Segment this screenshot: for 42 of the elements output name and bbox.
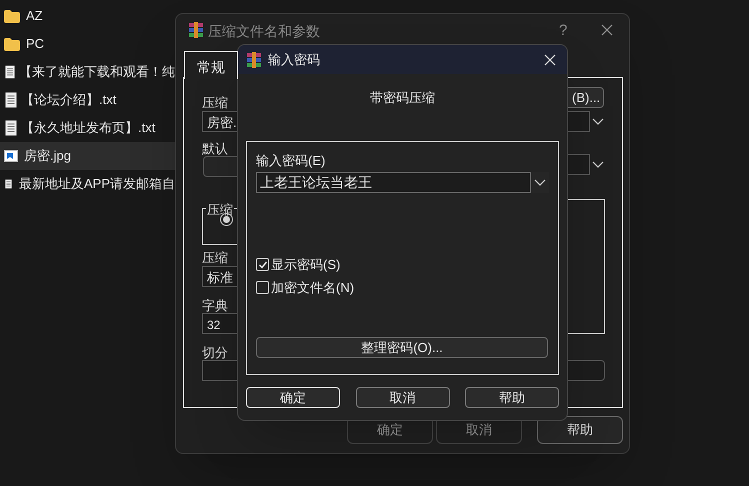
file-row-selected[interactable]: 房密.jpg [0,142,175,170]
dialog-button[interactable]: 确定 [246,386,340,408]
chevron-down-icon [592,161,604,169]
password-field[interactable]: 上老王论坛当老王 [256,172,532,193]
window-title: 压缩文件名和参数 [208,22,320,41]
close-icon [544,54,556,66]
dialog-button[interactable]: 帮助 [537,416,623,444]
organize-passwords-button[interactable]: 整理密码(O)... [256,337,548,358]
dialog-title: 输入密码 [268,50,321,69]
dialog-heading: 带密码压缩 [370,89,435,107]
field-label: 字典 [202,297,228,315]
checkbox[interactable] [256,280,269,294]
file-name[interactable]: 房密.jpg [24,146,71,166]
text-file-icon [5,120,17,136]
dialog-button[interactable]: 帮助 [465,386,559,408]
image-file-icon [4,150,18,162]
dialog-button[interactable]: 取消 [356,386,450,408]
winrar-icon [188,22,204,38]
winrar-icon [246,52,262,68]
field-label: 输入密码(E) [256,152,326,170]
chevron-down-icon [534,178,546,186]
file-name[interactable]: AZ [26,6,43,26]
file-name[interactable]: 【永久地址发布页】.txt [21,118,156,138]
folder-icon [4,38,20,50]
close-icon [601,24,613,36]
tab[interactable]: 常规 [184,51,238,79]
field-label: 压缩 [202,249,228,267]
field-label: 切分 [202,344,228,362]
checkbox[interactable] [256,258,269,272]
file-name[interactable]: 【论坛介绍】.txt [21,90,116,110]
file-name[interactable]: PC [26,34,44,54]
help-button[interactable]: ? [559,20,568,42]
text-file-icon [5,64,15,80]
checkbox-label[interactable]: 加密文件名(N) [271,278,354,297]
file-name[interactable]: 【来了就能下载和观看！纯 [19,62,175,82]
field-label: 默认 [202,140,228,158]
field-label: 压缩 [202,94,228,112]
text-file-icon [5,92,17,108]
file-name[interactable]: 最新地址及APP请发邮箱自 [18,174,175,194]
chevron-down-icon [592,118,604,126]
folder-icon [4,10,20,22]
checkbox-label[interactable]: 显示密码(S) [271,255,340,274]
